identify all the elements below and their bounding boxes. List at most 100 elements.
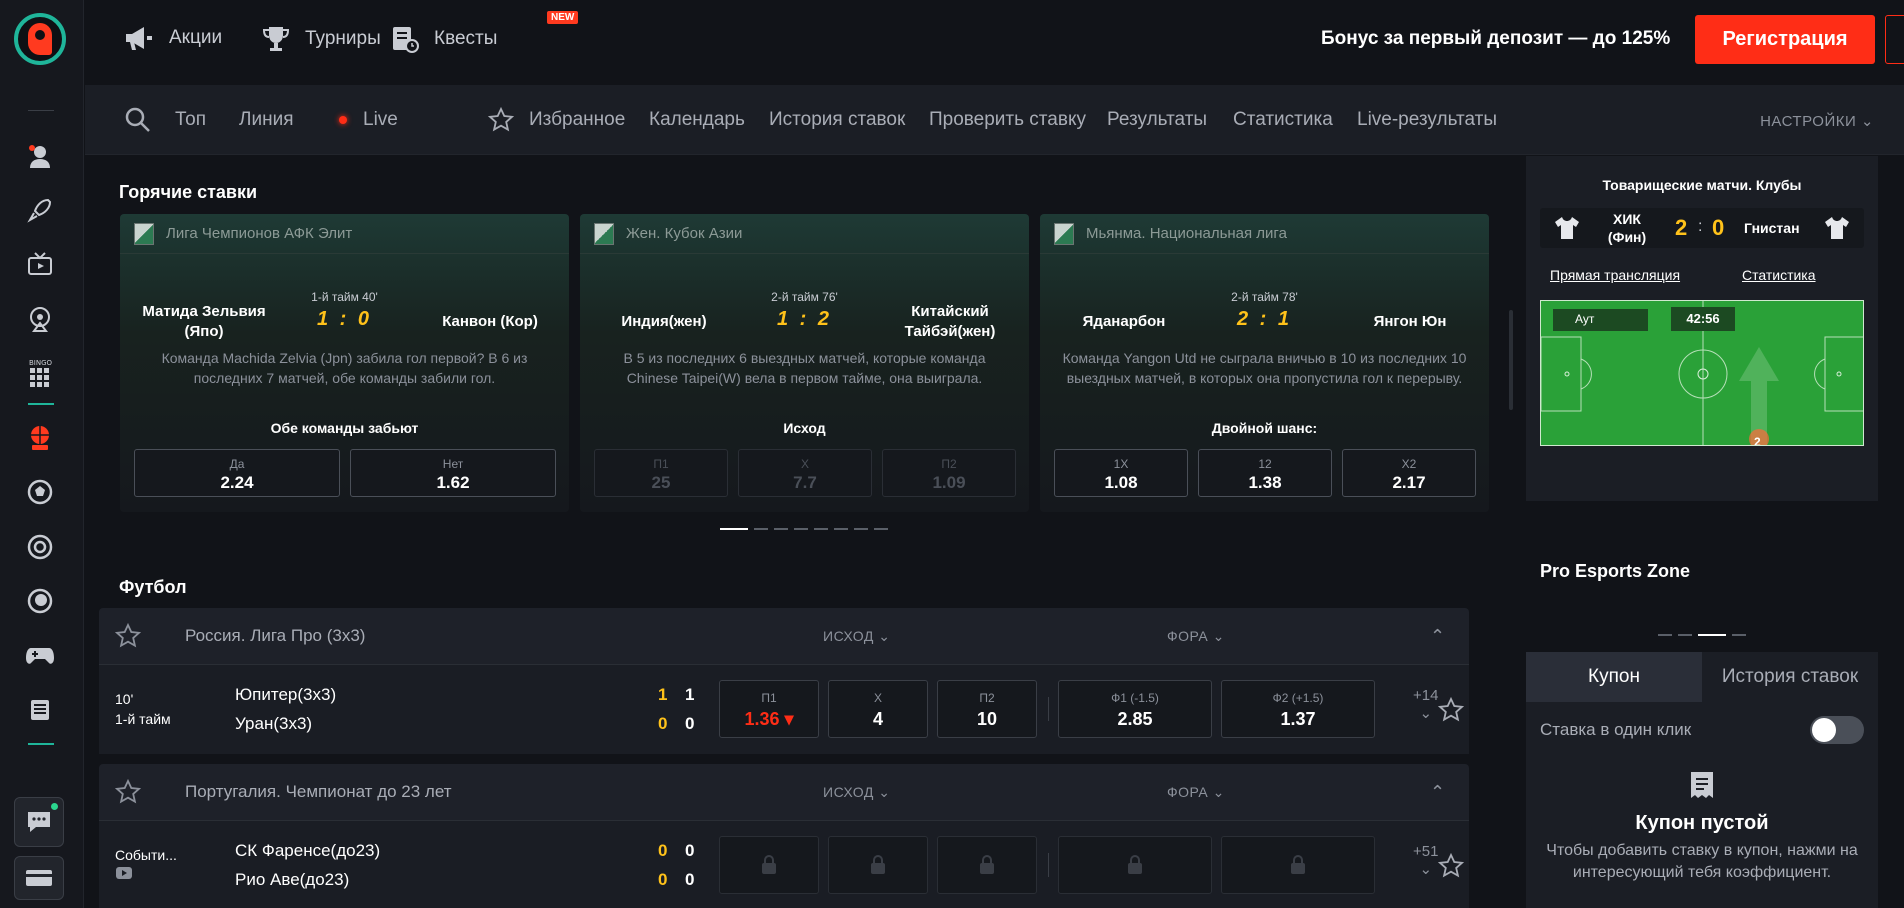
widget-score-separator: : <box>1698 218 1703 235</box>
column-handicap[interactable]: ФОРА ⌄ <box>1167 784 1225 801</box>
more-markets[interactable]: +51 ⌄ <box>1413 843 1438 878</box>
subnav-calendar[interactable]: Календарь <box>649 109 745 131</box>
flag-icon <box>1054 222 1074 245</box>
odds-button[interactable]: 12 1.38 <box>1198 449 1332 497</box>
star-icon[interactable] <box>115 779 141 805</box>
statistics-link[interactable]: Статистика <box>1742 267 1816 283</box>
live-stream-link[interactable]: Прямая трансляция <box>1550 267 1680 283</box>
odds-button[interactable]: Да 2.24 <box>134 449 340 497</box>
sidebar-divider <box>28 403 54 405</box>
bonus-banner[interactable]: Бонус за первый депозит — до 125% <box>1321 28 1670 50</box>
match-status: Событи... <box>115 847 177 863</box>
register-button[interactable]: Регистрация <box>1695 15 1875 64</box>
star-icon[interactable] <box>1438 697 1464 723</box>
odds-button[interactable]: 1Х 1.08 <box>1054 449 1188 497</box>
wallet-button[interactable] <box>14 856 64 900</box>
away-team: Канвон (Кор) <box>442 313 538 330</box>
tab-bet-history[interactable]: История ставок <box>1702 652 1878 702</box>
odds-button[interactable]: Ф1 (-1.5) 2.85 <box>1058 680 1212 738</box>
ball-marker: 2 <box>1754 435 1761 446</box>
locked-odds-button[interactable] <box>719 836 819 894</box>
nav-tournaments[interactable]: Турниры <box>261 24 381 54</box>
odds-value: 1.36 ▾ <box>744 709 794 729</box>
jersey-icon <box>1825 217 1849 239</box>
carousel-pagination[interactable] <box>720 528 888 530</box>
esports-title: Pro Esports Zone <box>1540 561 1691 581</box>
lock-icon <box>1128 855 1142 874</box>
tv-icon[interactable] <box>20 245 60 285</box>
esports-pagination[interactable] <box>1658 634 1746 636</box>
subnav-bet-history[interactable]: История ставок <box>769 109 905 131</box>
star-icon[interactable] <box>488 107 514 133</box>
scrollbar[interactable] <box>1509 310 1513 410</box>
target-icon[interactable] <box>20 527 60 567</box>
subnav-live[interactable]: Live <box>363 109 398 131</box>
live-indicator-icon <box>339 116 347 124</box>
widget-away-score: 0 <box>1712 215 1725 240</box>
column-outcome[interactable]: ИСХОД ⌄ <box>823 628 890 645</box>
score-value: 0 <box>658 714 668 733</box>
nav-promotions[interactable]: Акции <box>123 24 222 52</box>
main-content: Горячие ставки Лига Чемпионов АФК Элит 1… <box>85 156 1505 908</box>
table-row[interactable]: 10' 1-й тайм Юпитер(3х3) Уран(3х3) 1 1 0 … <box>99 664 1469 754</box>
column-handicap[interactable]: ФОРА ⌄ <box>1167 628 1225 645</box>
subnav-favorites[interactable]: Избранное <box>529 109 625 131</box>
odds-button[interactable]: П1 1.36 ▾ <box>719 680 819 738</box>
hot-league[interactable]: Мьянма. Национальная лига <box>1086 225 1287 242</box>
column-outcome[interactable]: ИСХОД ⌄ <box>823 784 890 801</box>
widget-scoreboard: ХИК (Фин) 2 : 0 Гнистан <box>1540 208 1864 248</box>
more-markets[interactable]: +14 ⌄ <box>1413 687 1438 722</box>
locked-odds-button[interactable] <box>1221 836 1375 894</box>
league-name[interactable]: Россия. Лига Про (3х3) <box>185 626 365 646</box>
gamepad-icon[interactable] <box>20 636 60 676</box>
locked-odds-button[interactable] <box>1058 836 1212 894</box>
odds-button[interactable]: П2 10 <box>937 680 1037 738</box>
chevron-up-icon[interactable]: ⌃ <box>1430 782 1445 803</box>
chevron-down-icon: ⌄ <box>1212 783 1225 800</box>
locked-odds-button[interactable] <box>828 836 928 894</box>
odds-button[interactable]: Нет 1.62 <box>350 449 556 497</box>
casino-wheel-icon[interactable] <box>20 299 60 339</box>
chevron-up-icon[interactable]: ⌃ <box>1430 626 1445 647</box>
odds-button[interactable]: Х 7.7 <box>738 449 872 497</box>
nav-quests[interactable]: Квесты <box>390 24 497 54</box>
chat-button[interactable] <box>14 797 64 847</box>
widget-league: Товарищеские матчи. Клубы <box>1602 177 1802 193</box>
star-icon[interactable] <box>115 623 141 649</box>
bingo-icon[interactable]: BINGO <box>20 353 60 393</box>
odds-button[interactable]: П2 1.09 <box>882 449 1016 497</box>
odds-button[interactable]: Ф2 (+1.5) 1.37 <box>1221 680 1375 738</box>
number-ball-icon[interactable] <box>20 581 60 621</box>
login-button[interactable]: Вход <box>1885 15 1904 64</box>
subnav-live-results[interactable]: Live-результаты <box>1357 109 1497 131</box>
one-click-toggle[interactable] <box>1810 716 1864 744</box>
hot-league[interactable]: Лига Чемпионов АФК Элит <box>166 225 352 242</box>
live-sports-icon[interactable] <box>20 418 60 458</box>
settings-dropdown[interactable]: НАСТРОЙКИ ⌄ <box>1760 112 1874 130</box>
table-row[interactable]: Событи... СК Фаренсе(до23) Рио Аве(до23)… <box>99 820 1469 908</box>
rocket-icon[interactable] <box>20 190 60 230</box>
subnav-check-bet[interactable]: Проверить ставку <box>929 109 1086 131</box>
chevron-down-icon: ⌄ <box>878 783 891 800</box>
subnav-line[interactable]: Линия <box>239 109 293 131</box>
support-agent-icon[interactable] <box>20 136 60 176</box>
odds-button[interactable]: Х2 2.17 <box>1342 449 1476 497</box>
tab-coupon[interactable]: Купон <box>1526 652 1702 702</box>
locked-odds-button[interactable] <box>937 836 1037 894</box>
subnav-top[interactable]: Топ <box>175 109 206 131</box>
logo-icon[interactable] <box>14 13 66 65</box>
star-icon[interactable] <box>1438 853 1464 879</box>
odds-button[interactable]: Х4 <box>828 680 928 738</box>
football-icon[interactable] <box>20 472 60 512</box>
hot-league[interactable]: Жен. Кубок Азии <box>626 225 742 242</box>
subnav-results[interactable]: Результаты <box>1107 109 1207 131</box>
search-icon[interactable] <box>125 107 151 133</box>
league-name[interactable]: Португалия. Чемпионат до 23 лет <box>185 782 452 802</box>
cashier-icon[interactable] <box>20 690 60 730</box>
league-header: Россия. Лига Про (3х3) ИСХОД ⌄ ФОРА ⌄ ⌃ <box>99 608 1469 664</box>
subnav-statistics[interactable]: Статистика <box>1233 109 1333 131</box>
odds-value: 7.7 <box>793 473 817 492</box>
home-team: Индия(жен) <box>621 313 707 330</box>
score-value: 0 <box>658 870 668 889</box>
odds-button[interactable]: П1 25 <box>594 449 728 497</box>
